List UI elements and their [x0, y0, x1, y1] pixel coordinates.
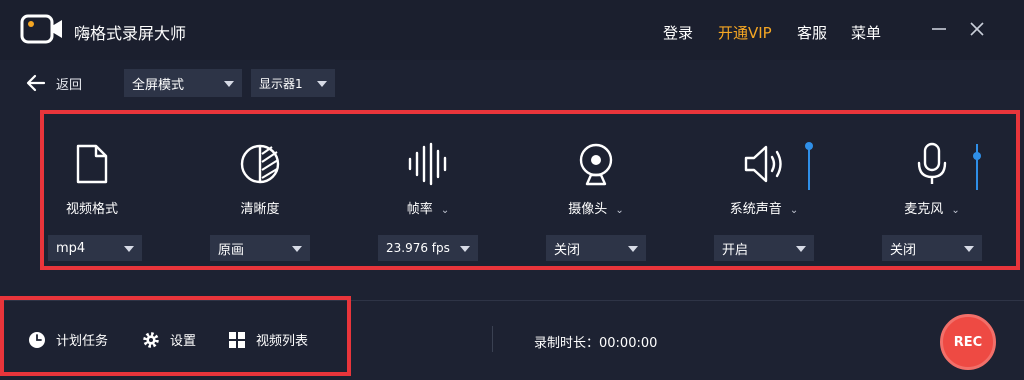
app-title: 嗨格式录屏大师: [74, 24, 187, 43]
select-value: 关闭: [890, 242, 917, 258]
slider-handle[interactable]: [973, 152, 981, 160]
chevron-down-icon: [796, 246, 806, 252]
menu-link[interactable]: 菜单: [851, 22, 881, 43]
tool-quality[interactable]: 清晰度: [200, 142, 320, 217]
tool-microphone[interactable]: 麦克风 ⌄: [872, 142, 992, 217]
webcam-select[interactable]: 关闭: [546, 235, 646, 261]
tool-label: 麦克风: [904, 202, 944, 217]
tool-webcam[interactable]: 摄像头 ⌄: [536, 142, 656, 217]
microphone-icon: [917, 142, 947, 184]
video-list-button[interactable]: 视频列表: [228, 330, 308, 349]
tool-label: 帧率: [406, 202, 433, 217]
tool-label-row: 系统声音 ⌄: [704, 198, 824, 217]
record-button[interactable]: REC: [940, 314, 996, 370]
mic-volume-slider[interactable]: [973, 144, 981, 190]
chevron-down-icon[interactable]: ⌄: [790, 205, 798, 216]
chevron-down-icon[interactable]: ⌄: [441, 205, 449, 216]
tool-label-row: 帧率 ⌄: [368, 198, 488, 217]
chevron-down-icon[interactable]: ⌄: [951, 205, 959, 216]
chevron-down-icon: [317, 81, 327, 87]
frame-rate-select[interactable]: 23.976 fps: [378, 235, 478, 261]
gear-icon: [143, 331, 159, 348]
bottom-vertical-divider: [492, 326, 493, 352]
tool-system-sound[interactable]: 系统声音 ⌄: [704, 142, 824, 217]
mode-select[interactable]: 全屏模式: [124, 69, 242, 97]
video-format-select[interactable]: mp4: [48, 235, 142, 261]
display-select[interactable]: 显示器1: [251, 69, 335, 97]
select-value: 关闭: [554, 242, 581, 258]
login-link[interactable]: 登录: [663, 22, 693, 43]
video-list-label: 视频列表: [256, 334, 309, 349]
chevron-down-icon: [224, 81, 234, 87]
mode-value: 全屏模式: [132, 77, 185, 93]
back-button[interactable]: 返回: [26, 72, 82, 94]
display-value: 显示器1: [259, 76, 303, 91]
record-label: REC: [953, 334, 983, 350]
system-sound-select[interactable]: 开启: [714, 235, 814, 261]
schedule-button[interactable]: 计划任务: [28, 330, 108, 349]
waveform-icon: [408, 142, 447, 186]
title-bar: 嗨格式录屏大师 登录 开通VIP 客服 菜单: [0, 0, 1024, 60]
tool-label: 摄像头: [568, 202, 608, 217]
app-logo-icon: [20, 14, 62, 44]
chevron-down-icon: [964, 246, 974, 252]
vip-link[interactable]: 开通VIP: [718, 22, 772, 43]
chevron-down-icon: [628, 246, 638, 252]
minimize-icon[interactable]: [928, 18, 950, 40]
tool-label-row: 麦克风 ⌄: [872, 198, 992, 217]
speaker-icon: [744, 145, 782, 183]
system-volume-slider[interactable]: [805, 142, 813, 190]
select-value: 23.976 fps: [386, 241, 450, 255]
select-value: mp4: [56, 240, 86, 256]
tool-video-format[interactable]: 视频格式: [32, 142, 152, 217]
recording-duration: 录制时长：00:00:00: [534, 336, 658, 351]
slider-handle[interactable]: [805, 142, 813, 150]
arrow-left-icon: [26, 74, 46, 92]
tool-label: 视频格式: [65, 202, 118, 217]
settings-label: 设置: [170, 334, 197, 349]
file-icon: [76, 144, 108, 184]
tool-label: 清晰度: [240, 202, 280, 217]
select-value: 原画: [218, 242, 245, 258]
webcam-icon: [579, 143, 613, 186]
microphone-select[interactable]: 关闭: [882, 235, 982, 261]
chevron-down-icon[interactable]: ⌄: [615, 205, 623, 216]
close-icon[interactable]: [966, 18, 988, 40]
tool-label-row: 摄像头 ⌄: [536, 198, 656, 217]
chevron-down-icon: [292, 246, 302, 252]
tool-label: 系统声音: [729, 202, 782, 217]
clock-icon: [29, 331, 45, 348]
chevron-down-icon: [460, 246, 470, 252]
select-value: 开启: [722, 242, 749, 258]
settings-button[interactable]: 设置: [142, 330, 196, 349]
schedule-label: 计划任务: [56, 334, 109, 349]
tool-frame-rate[interactable]: 帧率 ⌄: [368, 142, 488, 217]
quality-icon: [240, 144, 280, 184]
grid-icon: [229, 331, 245, 348]
back-label: 返回: [56, 77, 83, 93]
support-link[interactable]: 客服: [797, 22, 827, 43]
chevron-down-icon: [124, 246, 134, 252]
quality-select[interactable]: 原画: [210, 235, 310, 261]
